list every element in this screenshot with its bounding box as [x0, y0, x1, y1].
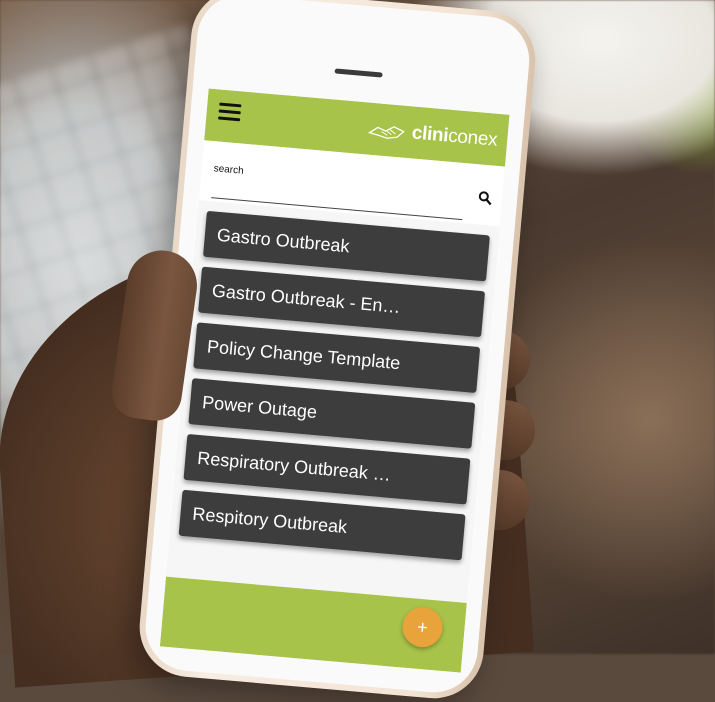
- handshake-icon: [368, 126, 406, 139]
- phone-device: cliniconex Gastro Outbreak Gastro Outbre…: [135, 0, 540, 702]
- cliniconex-logo: cliniconex: [367, 117, 498, 154]
- search-icon[interactable]: [478, 190, 493, 206]
- app-screen: cliniconex Gastro Outbreak Gastro Outbre…: [159, 88, 510, 673]
- template-list: Gastro Outbreak Gastro Outbreak - En… Po…: [169, 204, 500, 571]
- app-footer: +: [159, 576, 467, 673]
- phone-bezel: cliniconex Gastro Outbreak Gastro Outbre…: [142, 0, 533, 696]
- logo-text: cliniconex: [410, 122, 499, 151]
- hamburger-menu-icon[interactable]: [218, 102, 242, 122]
- add-button[interactable]: +: [400, 605, 445, 649]
- phone-speaker: [334, 68, 383, 78]
